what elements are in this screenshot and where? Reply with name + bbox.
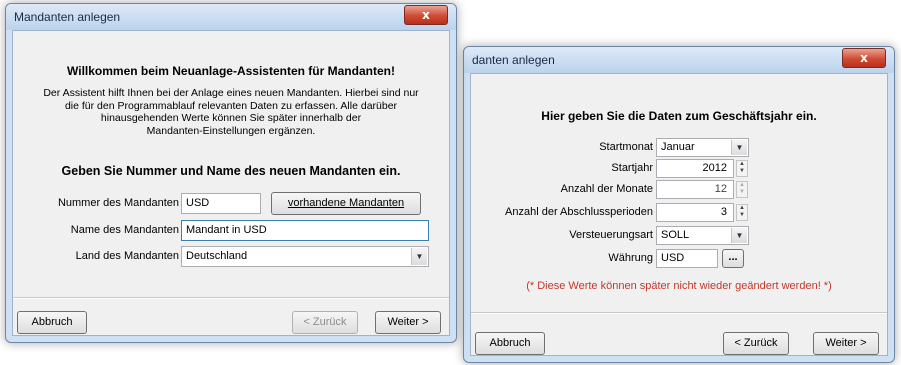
spin-up-icon[interactable]: ▲ [737,161,747,168]
periods-label: Anzahl der Abschlussperioden [505,206,653,218]
close-button[interactable]: x [842,48,886,68]
close-button[interactable]: x [404,5,448,25]
start-year-input[interactable]: 2012 [656,159,734,178]
tax-label: Versteuerungsart [569,229,653,241]
intro-text: Der Assistent hilft Ihnen bei der Anlage… [13,87,449,137]
start-month-value: Januar [661,141,695,153]
currency-value: USD [661,252,685,264]
back-button[interactable]: < Zurück [292,311,358,334]
country-label: Land des Mandanten [75,250,179,262]
section-heading: Geben Sie Nummer und Name des neuen Mand… [61,164,401,178]
dropdown-arrow-icon[interactable]: ▼ [731,228,747,243]
new-client-dialog: Mandanten anlegen x Willkommen beim Neua… [5,3,457,343]
spin-down-icon: ▼ [739,189,745,195]
cancel-button[interactable]: Abbruch [475,332,545,355]
existing-clients-label: vorhandene Mandanten [287,197,405,209]
country-value: Deutschland [186,250,248,262]
warning-text: (* Diese Werte können später nicht wiede… [526,280,832,292]
start-month-select[interactable]: Januar ▼ [656,138,749,157]
intro-line: Mandanten-Einstellungen ergänzen. [146,124,316,137]
tax-select[interactable]: SOLL ▼ [656,226,749,245]
currency-lookup-button[interactable]: ... [722,249,744,268]
spin-up-icon: ▲ [739,182,745,188]
name-value: Mandant in USD [186,224,267,236]
window-title: danten anlegen [472,53,555,67]
divider [471,312,887,314]
dialog-body: Hier geben Sie die Daten zum Geschäftsja… [470,73,888,356]
next-button[interactable]: Weiter > [813,332,879,355]
name-input[interactable]: Mandant in USD [181,220,429,241]
dropdown-arrow-icon[interactable]: ▼ [731,140,747,155]
window-title: Mandanten anlegen [14,10,121,24]
close-icon: x [860,51,868,65]
fiscal-year-dialog: danten anlegen x Hier geben Sie die Date… [463,46,895,363]
months-label: Anzahl der Monate [560,183,653,195]
fiscal-year-heading: Hier geben Sie die Daten zum Geschäftsja… [541,109,817,123]
spin-down-icon[interactable]: ▼ [737,168,747,175]
ellipsis-icon: ... [728,251,738,263]
title-bar: danten anlegen x [464,47,894,73]
start-year-value: 2012 [702,162,727,174]
name-label: Name des Mandanten [70,224,179,236]
spin-down-icon[interactable]: ▼ [737,212,747,219]
intro-line: die für den Programmablauf relevanten Da… [64,99,398,112]
periods-value: 3 [720,206,727,218]
welcome-heading: Willkommen beim Neuanlage-Assistenten fü… [67,64,395,78]
close-icon: x [422,8,430,22]
divider [13,297,449,299]
existing-clients-button[interactable]: vorhandene Mandanten [271,192,421,215]
currency-label: Währung [608,252,653,264]
intro-line: hinausgehenden Werte können Sie später i… [100,112,362,124]
cancel-button[interactable]: Abbruch [17,311,87,334]
months-input: 12 [656,180,734,199]
months-spinner: ▲ ▼ [736,181,748,198]
number-label: Nummer des Mandanten [57,197,179,209]
periods-input[interactable]: 3 [656,203,734,222]
spin-up-icon[interactable]: ▲ [737,205,747,212]
number-value: USD [186,197,210,209]
number-input[interactable]: USD [181,193,261,214]
months-value: 12 [714,183,727,195]
start-month-label: Startmonat [599,141,653,153]
dialog-body: Willkommen beim Neuanlage-Assistenten fü… [12,30,450,336]
tax-value: SOLL [661,229,690,241]
next-button[interactable]: Weiter > [375,311,441,334]
title-bar: Mandanten anlegen x [6,4,456,30]
start-year-label: Startjahr [611,162,653,174]
dropdown-arrow-icon[interactable]: ▼ [411,248,427,265]
back-button[interactable]: < Zurück [723,332,789,355]
country-select[interactable]: Deutschland ▼ [181,246,429,267]
periods-spinner[interactable]: ▲ ▼ [736,204,748,221]
intro-line: Der Assistent hilft Ihnen bei der Anlage… [43,87,419,99]
start-year-spinner[interactable]: ▲ ▼ [736,160,748,177]
currency-input[interactable]: USD [656,249,718,268]
